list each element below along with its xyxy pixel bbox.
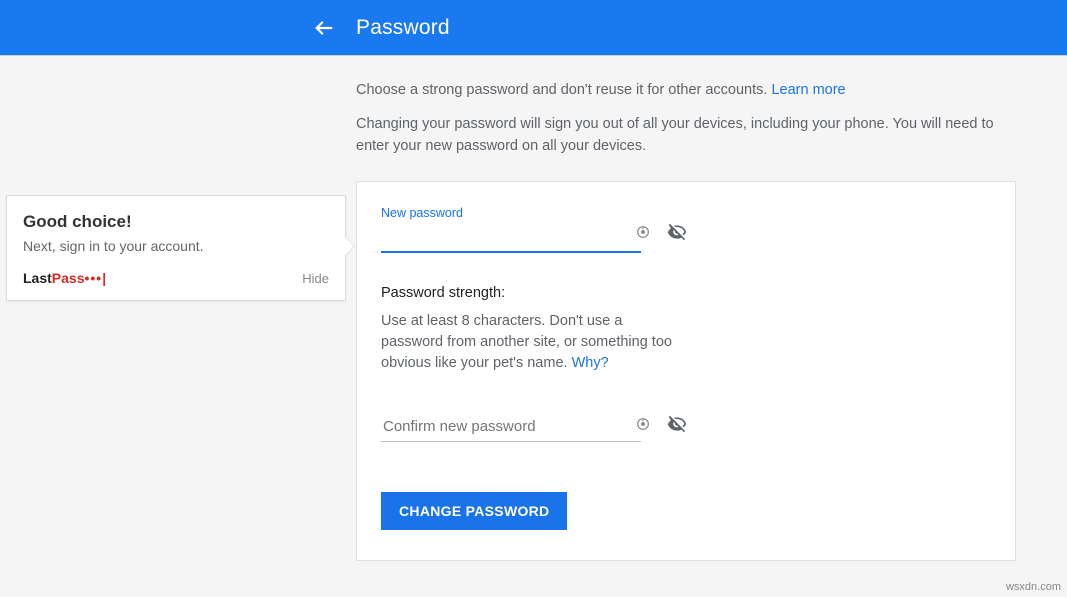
password-strength-body: Use at least 8 characters. Don't use a p… — [381, 311, 681, 374]
learn-more-link[interactable]: Learn more — [771, 82, 845, 98]
visibility-off-icon[interactable] — [667, 222, 687, 242]
intro-line-1: Choose a strong password and don't reuse… — [356, 80, 1017, 102]
password-generator-icon[interactable] — [633, 222, 653, 242]
confirm-password-icons — [633, 414, 687, 434]
lastpass-logo-pass: Pass — [52, 270, 85, 286]
password-strength-label: Password strength: — [381, 285, 991, 301]
lastpass-logo-last: Last — [23, 270, 52, 286]
confirm-password-input[interactable] — [381, 414, 641, 442]
visibility-off-icon[interactable] — [667, 414, 687, 434]
intro-line-2: Changing your password will sign you out… — [356, 114, 1017, 158]
password-generator-icon[interactable] — [633, 414, 653, 434]
strength-text: Use at least 8 characters. Don't use a p… — [381, 313, 672, 371]
new-password-field-wrap: New password — [381, 206, 681, 253]
lastpass-title: Good choice! — [23, 212, 329, 232]
watermark: wsxdn.com — [1006, 581, 1061, 593]
main-content: Choose a strong password and don't reuse… — [356, 80, 1017, 561]
lastpass-logo-dots: •••| — [85, 270, 108, 286]
confirm-password-field-wrap — [381, 414, 681, 442]
new-password-input[interactable] — [381, 224, 641, 253]
change-password-button[interactable]: CHANGE PASSWORD — [381, 492, 567, 530]
password-card: New password Password strength: Use at l… — [356, 181, 1016, 561]
lastpass-hide-link[interactable]: Hide — [302, 271, 329, 286]
new-password-label: New password — [381, 206, 681, 220]
lastpass-popup: Good choice! Next, sign in to your accou… — [6, 195, 346, 301]
lastpass-footer: LastPass•••| Hide — [23, 270, 329, 286]
app-header: Password — [0, 0, 1067, 56]
lastpass-subtitle: Next, sign in to your account. — [23, 238, 329, 254]
lastpass-logo: LastPass•••| — [23, 270, 107, 286]
why-link[interactable]: Why? — [572, 355, 609, 371]
back-arrow-icon[interactable] — [312, 16, 336, 40]
new-password-icons — [633, 222, 687, 242]
page-title: Password — [356, 16, 450, 40]
intro-text-1: Choose a strong password and don't reuse… — [356, 82, 771, 98]
